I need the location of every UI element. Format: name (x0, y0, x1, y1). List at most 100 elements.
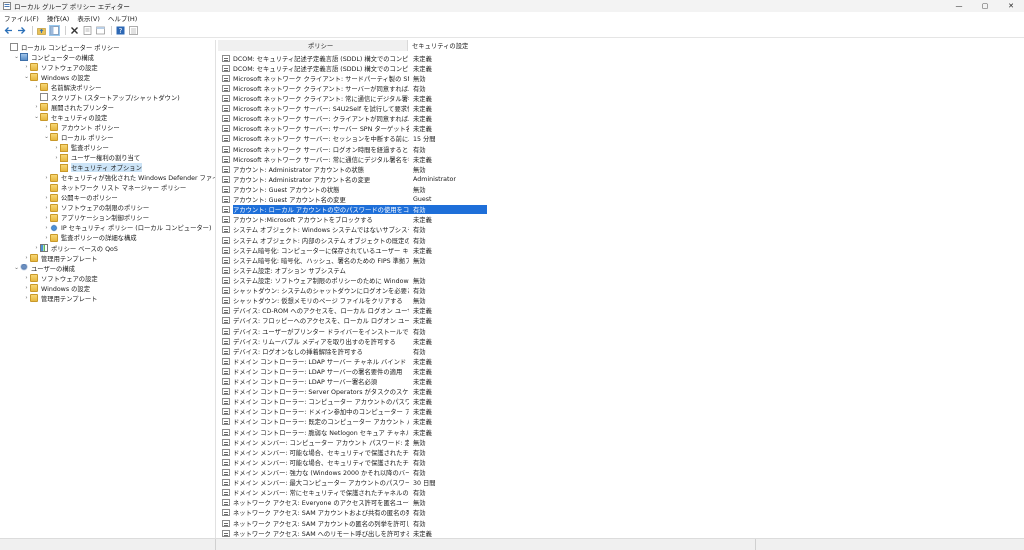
close-button[interactable]: ✕ (998, 0, 1024, 12)
collapsed-chevron-icon[interactable]: › (23, 283, 30, 293)
forward-arrow-icon[interactable] (16, 25, 27, 36)
policy-row[interactable]: デバイス: ユーザーがプリンター ドライバーをインストールできないようにする有効 (218, 326, 1024, 336)
policy-row[interactable]: シャットダウン: システムのシャットダウンにログオンを必要としない有効 (218, 286, 1024, 296)
delete-icon[interactable] (69, 25, 80, 36)
policy-row[interactable]: ドメイン コントローラー: ドメイン参加中のコンピューター アカウントの再...… (218, 407, 1024, 417)
up-folder-icon[interactable] (36, 25, 47, 36)
tree-item[interactable]: ⌄ ローカル ポリシー (43, 132, 113, 142)
policy-row[interactable]: アカウント: Administrator アカウントの状態 無効 (218, 164, 1024, 174)
tree-item[interactable]: › Windows の設定 (23, 283, 90, 293)
properties-icon[interactable] (82, 25, 93, 36)
policy-row[interactable]: ドメイン メンバー: 可能な場合、セキュリティで保護されたチャネルのデ... 有効 (218, 447, 1024, 457)
policy-row[interactable]: デバイス: CD-ROM へのアクセスを、ローカル ログオン ユーザーだけに..… (218, 306, 1024, 316)
collapsed-chevron-icon[interactable]: › (23, 293, 30, 303)
view-icon[interactable] (128, 25, 139, 36)
policy-row[interactable]: ドメイン コントローラー: LDAP サーバーの署名要件の適用 未定義 (218, 366, 1024, 376)
policy-row[interactable]: シャットダウン: 仮想メモリのページ ファイルをクリアする 無効 (218, 296, 1024, 306)
policy-row[interactable]: ネットワーク アクセス: SAM アカウントおよび共有の匿名の列挙を許... 有効 (218, 508, 1024, 518)
collapsed-chevron-icon[interactable]: › (43, 203, 50, 213)
policy-row[interactable]: Microsoft ネットワーク サーバー: サーバー SPN ターゲット名検証… (218, 124, 1024, 134)
collapsed-chevron-icon[interactable]: › (33, 82, 40, 92)
tree-item[interactable]: スクリプト (スタートアップ/シャットダウン) (33, 92, 180, 102)
policy-row[interactable]: アカウント:Microsoft アカウントをブロックする 未定義 (218, 215, 1024, 225)
collapsed-chevron-icon[interactable]: › (43, 213, 50, 223)
policy-row[interactable]: Microsoft ネットワーク サーバー: ログオン時間を経過するとクライア.… (218, 144, 1024, 154)
collapsed-chevron-icon[interactable]: › (23, 62, 30, 72)
collapsed-chevron-icon[interactable]: › (43, 193, 50, 203)
policy-row[interactable]: ドメイン メンバー: コンピューター アカウント パスワード: 定期的な変更を.… (218, 437, 1024, 447)
show-tree-icon[interactable] (49, 24, 60, 36)
minimize-button[interactable]: — (946, 0, 972, 12)
tree-item[interactable]: › 管理用テンプレート (23, 253, 97, 263)
collapsed-chevron-icon[interactable]: › (43, 233, 50, 243)
policy-row[interactable]: ドメイン コントローラー: Server Operators がタスクのスケジュ… (218, 387, 1024, 397)
maximize-button[interactable]: ▢ (972, 0, 998, 12)
policy-row[interactable]: ドメイン メンバー: 常にセキュリティで保護されたチャネルのデータをデジ... 有… (218, 488, 1024, 498)
policy-row[interactable]: システム設定: ソフトウェア制限のポリシーのために Windows 実行可...… (218, 275, 1024, 285)
policy-row[interactable]: ネットワーク アクセス: Everyone のアクセス許可を匿名ユーザーに適..… (218, 498, 1024, 508)
expanded-chevron-icon[interactable]: ⌄ (23, 72, 30, 82)
policy-row[interactable]: デバイス: リムーバブル メディアを取り出すのを許可する 未定義 (218, 336, 1024, 346)
tree-item[interactable]: › ソフトウェアの制限のポリシー (43, 203, 149, 213)
policy-row[interactable]: アカウント: Administrator アカウント名の変更 Administra… (218, 174, 1024, 184)
policy-row[interactable]: ドメイン コントローラー: 既定のコンピューター アカウント パスワードの許..… (218, 417, 1024, 427)
policy-row[interactable]: Microsoft ネットワーク サーバー: 常に通信にデジタル署名を行う 未定義 (218, 154, 1024, 164)
policy-row[interactable]: Microsoft ネットワーク サーバー: クライアントが同意すれば、通信に.… (218, 114, 1024, 124)
tree-item[interactable]: ⌄ ユーザーの構成 (13, 263, 75, 273)
tree-item[interactable]: ⌄ Windows の設定 (23, 72, 90, 82)
tree-item[interactable]: › アプリケーション制御ポリシー (43, 213, 149, 223)
column-header-security-setting[interactable]: セキュリティの設定 (408, 40, 488, 51)
tree-item[interactable]: ローカル コンピューター ポリシー (3, 42, 119, 52)
menu-view[interactable]: 表示(V) (77, 13, 100, 23)
policy-row[interactable]: ドメイン メンバー: 可能な場合、セキュリティで保護されたチャネルのデ... 有効 (218, 457, 1024, 467)
tree-item[interactable]: › IP セキュリティ ポリシー (ローカル コンピューター) (43, 223, 211, 233)
policy-row[interactable]: Microsoft ネットワーク クライアント: サーバーが同意すれば、通信に.… (218, 83, 1024, 93)
tree-item[interactable]: › アカウント ポリシー (43, 122, 120, 132)
collapsed-chevron-icon[interactable]: › (23, 273, 30, 283)
policy-row[interactable]: アカウント: Guest アカウントの状態 無効 (218, 184, 1024, 194)
policy-row[interactable]: ドメイン コントローラー: LDAP サーバー チャネル バインド トークンの要… (218, 356, 1024, 366)
policy-row[interactable]: Microsoft ネットワーク クライアント: サードパーティ製の SMB サ… (218, 73, 1024, 83)
collapsed-chevron-icon[interactable]: › (23, 253, 30, 263)
expanded-chevron-icon[interactable]: ⌄ (13, 52, 20, 62)
policy-row[interactable]: デバイス: フロッピーへのアクセスを、ローカル ログオン ユーザーだけに制...… (218, 316, 1024, 326)
collapsed-chevron-icon[interactable]: › (53, 153, 60, 163)
collapsed-chevron-icon[interactable]: › (43, 173, 50, 183)
policy-row[interactable]: ドメイン コントローラー: コンピューター アカウントのパスワードの変更を拒..… (218, 397, 1024, 407)
collapsed-chevron-icon[interactable]: › (53, 143, 60, 153)
policy-row[interactable]: アカウント: ローカル アカウントの空のパスワードの使用をコンソール ログ...… (218, 204, 1024, 215)
policy-row[interactable]: DCOM: セキュリティ記述子定義言語 (SDDL) 構文でのコンピュータ...… (218, 63, 1024, 73)
collapsed-chevron-icon[interactable]: › (33, 243, 40, 253)
tree-item[interactable]: セキュリティ オプション (53, 163, 142, 173)
tree-item[interactable]: › ユーザー権利の割り当て (53, 153, 140, 163)
policy-row[interactable]: システム オブジェクト: Windows システムではないサブシステムのため..… (218, 225, 1024, 235)
column-header-policy[interactable]: ポリシー (218, 40, 408, 51)
tree-item[interactable]: › 公開キーのポリシー (43, 193, 118, 203)
collapsed-chevron-icon[interactable]: › (43, 122, 50, 132)
menu-action[interactable]: 操作(A) (47, 13, 70, 23)
tree-item[interactable]: › セキュリティが強化された Windows Defender ファイアウォール (43, 173, 215, 183)
tree-item[interactable]: › 名前解決ポリシー (33, 82, 101, 92)
collapsed-chevron-icon[interactable]: › (33, 102, 40, 112)
policy-row[interactable]: システム設定: オプション サブシステム (218, 265, 1024, 275)
tree-item[interactable]: › 展開されたプリンター (33, 102, 114, 112)
policy-row[interactable]: システム オブジェクト: 内部のシステム オブジェクトの既定のアクセス許... 有… (218, 235, 1024, 245)
tree-item[interactable]: › ソフトウェアの設定 (23, 62, 98, 72)
export-list-icon[interactable] (95, 25, 106, 36)
back-arrow-icon[interactable] (3, 25, 14, 36)
menu-help[interactable]: ヘルプ(H) (108, 13, 137, 23)
policy-row[interactable]: Microsoft ネットワーク クライアント: 常に通信にデジタル署名を行う未… (218, 93, 1024, 103)
tree-item[interactable]: › ソフトウェアの設定 (23, 273, 98, 283)
policy-row[interactable]: ネットワーク アクセス: SAM へのリモート呼び出しを許可するクライア... 未… (218, 528, 1024, 538)
policy-row[interactable]: Microsoft ネットワーク サーバー: S4U2Self を試行して要求情… (218, 104, 1024, 114)
policy-row[interactable]: DCOM: セキュリティ記述子定義言語 (SDDL) 構文でのコンピュータ...… (218, 53, 1024, 63)
policy-row[interactable]: アカウント: Guest アカウント名の変更 Guest (218, 195, 1024, 205)
menu-file[interactable]: ファイル(F) (4, 13, 39, 23)
collapsed-chevron-icon[interactable]: › (43, 223, 50, 233)
policy-row[interactable]: Microsoft ネットワーク サーバー: セッションを中断する前に、必要..… (218, 134, 1024, 144)
tree-item[interactable]: ⌄ コンピューターの構成 (13, 52, 94, 62)
tree-item[interactable]: › 監査ポリシーの詳細な構成 (43, 233, 137, 243)
policy-row[interactable]: ネットワーク アクセス: SAM アカウントの匿名の列挙を許可しない 有効 (218, 518, 1024, 528)
policy-row[interactable]: ドメイン メンバー: 最大コンピューター アカウントのパスワードの有効期間 30 … (218, 478, 1024, 488)
expanded-chevron-icon[interactable]: ⌄ (13, 263, 20, 273)
